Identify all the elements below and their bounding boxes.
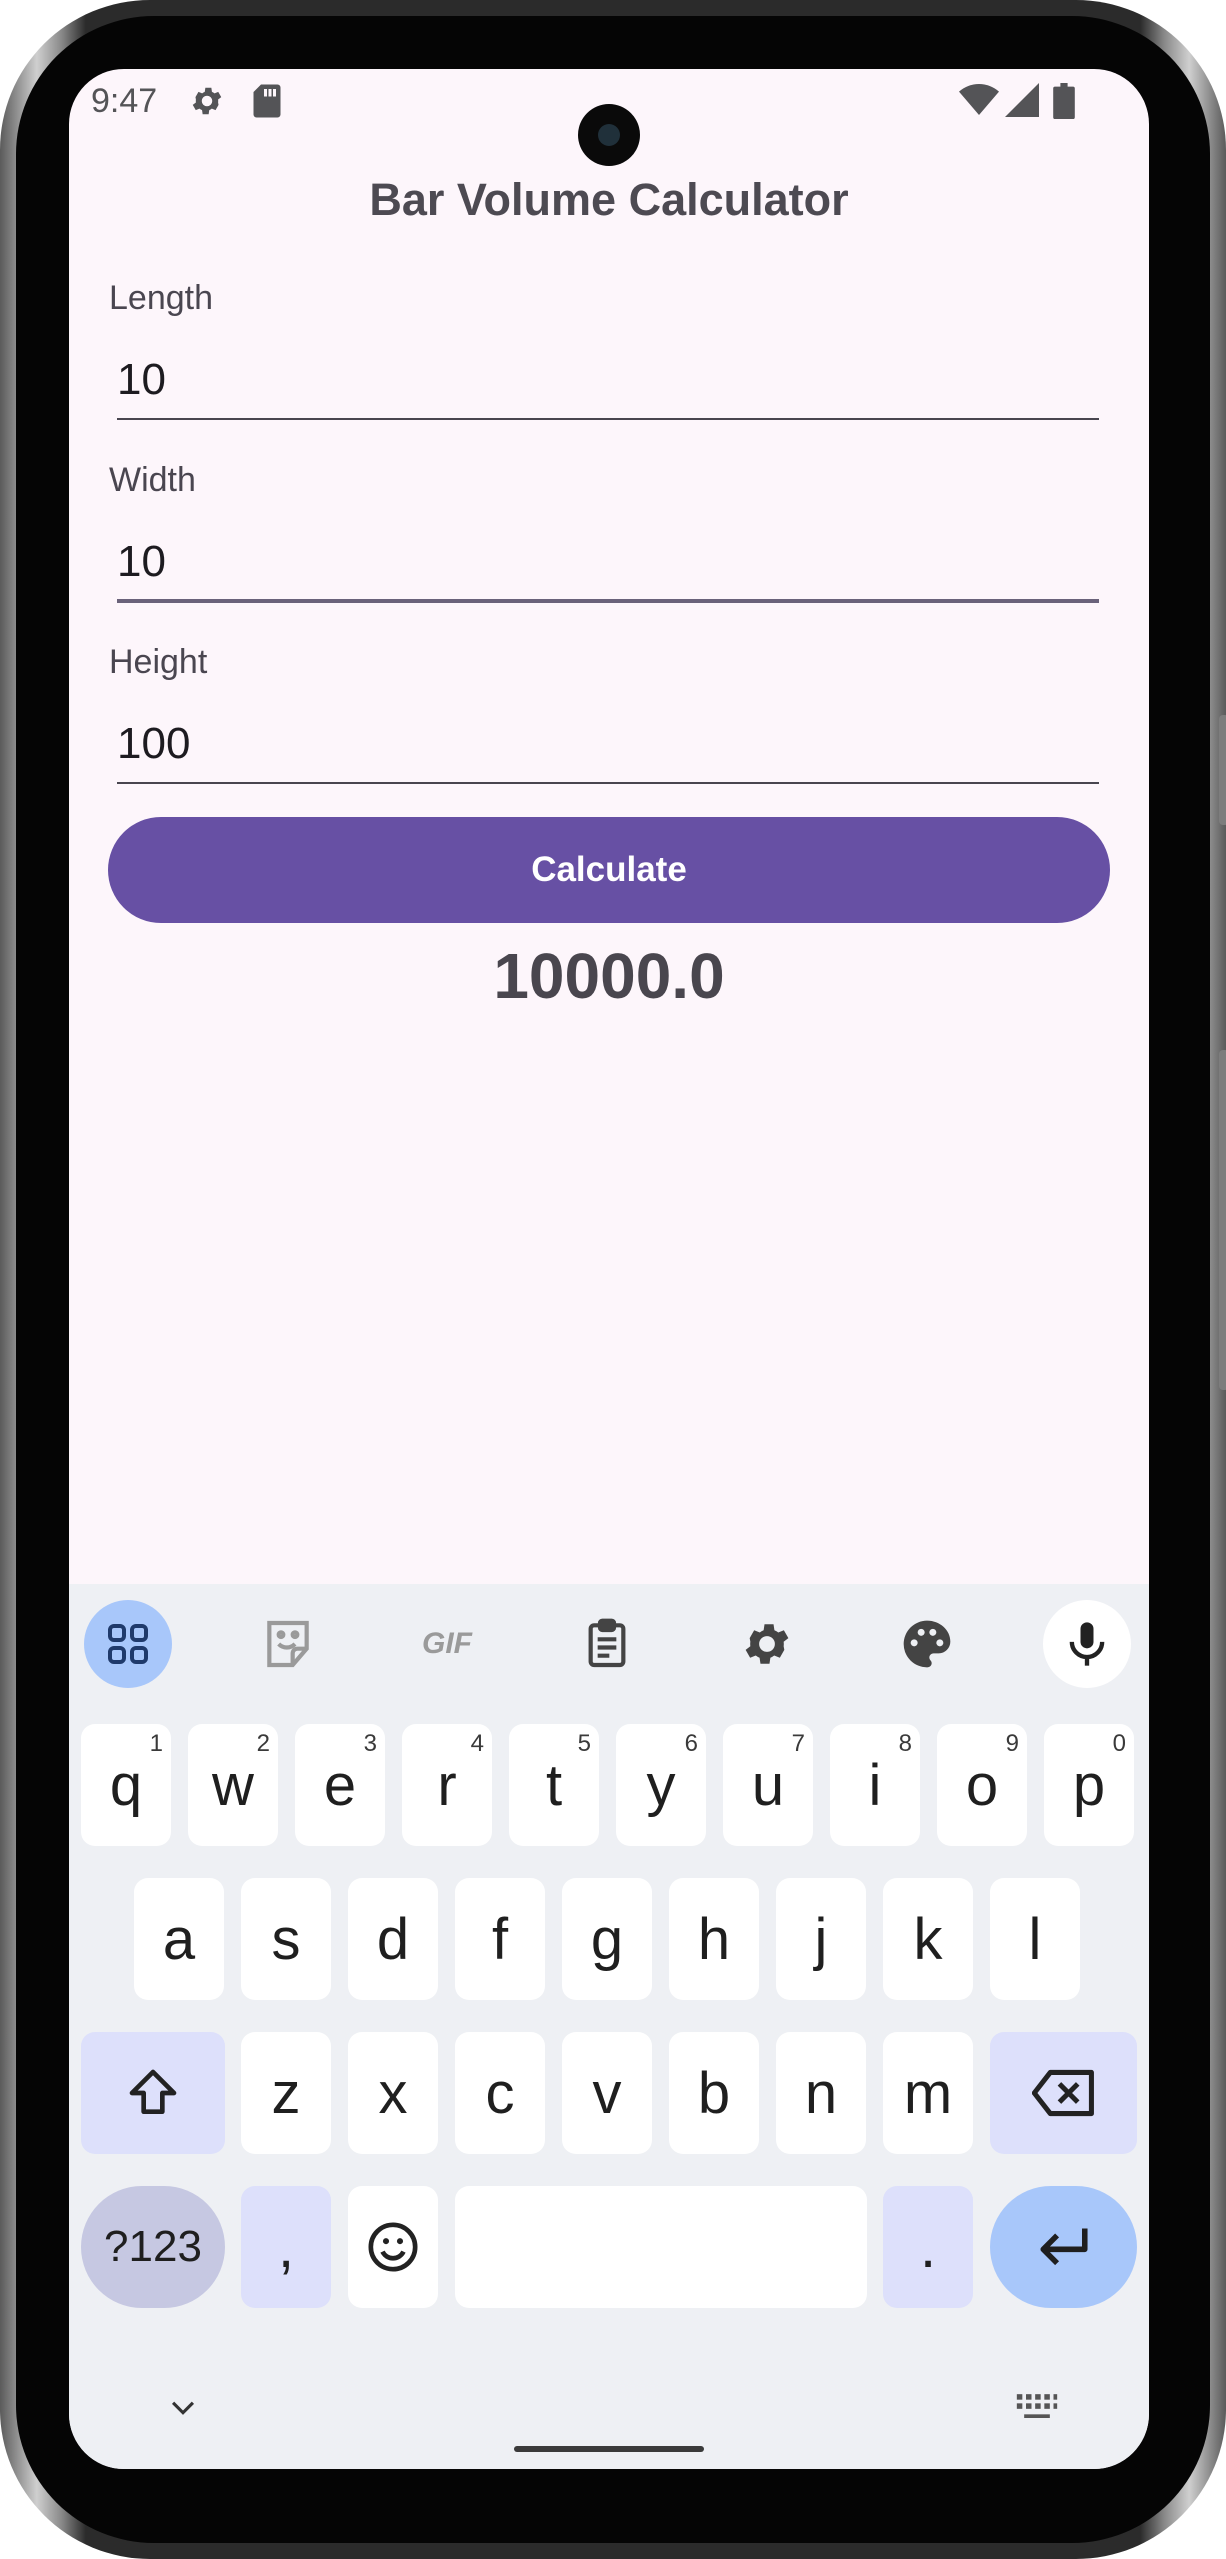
- length-underline: [117, 418, 1099, 420]
- front-camera: [578, 104, 640, 166]
- symbols-key[interactable]: ?123: [81, 2186, 225, 2308]
- keyboard: [69, 1584, 1149, 2469]
- keyboard-switch-icon[interactable]: [1013, 2383, 1061, 2431]
- key-label: p: [1072, 1752, 1106, 1818]
- width-field[interactable]: 10: [117, 537, 166, 587]
- screen: 9:47 Bar Volume Calculator Length 10 Wid…: [69, 69, 1149, 2469]
- sticker-icon[interactable]: [244, 1600, 332, 1688]
- gesture-nav-handle[interactable]: [514, 2446, 704, 2452]
- backspace-icon: [1031, 2069, 1094, 2117]
- key-x[interactable]: x: [348, 2032, 438, 2154]
- settings-icon: [189, 83, 225, 128]
- key-hint: 8: [898, 1730, 912, 1757]
- key-hint: 9: [1005, 1730, 1019, 1757]
- key-hint: 1: [149, 1730, 163, 1757]
- key-label: i: [868, 1752, 882, 1818]
- height-label: Height: [109, 643, 208, 681]
- gear-icon[interactable]: [723, 1600, 811, 1688]
- length-field[interactable]: 10: [117, 355, 166, 405]
- height-underline: [117, 782, 1099, 784]
- key-t[interactable]: t5: [509, 1724, 599, 1846]
- key-z[interactable]: z: [241, 2032, 331, 2154]
- key-f[interactable]: f: [455, 1878, 545, 2000]
- key-k[interactable]: k: [883, 1878, 973, 2000]
- key-w[interactable]: w2: [188, 1724, 278, 1846]
- period-key[interactable]: .: [883, 2186, 973, 2308]
- emoji-icon: [368, 2222, 418, 2272]
- key-hint: 5: [577, 1730, 591, 1757]
- comma-key[interactable]: ,: [241, 2186, 331, 2308]
- key-label: o: [965, 1752, 999, 1818]
- gif-icon[interactable]: GIF: [403, 1600, 491, 1688]
- key-hint: 3: [363, 1730, 377, 1757]
- key-label: y: [646, 1752, 676, 1818]
- status-time: 9:47: [91, 82, 158, 120]
- key-q[interactable]: q1: [81, 1724, 171, 1846]
- sd-card-icon: [251, 83, 283, 128]
- key-l[interactable]: l: [990, 1878, 1080, 2000]
- apps-grid-icon[interactable]: [84, 1600, 172, 1688]
- key-a[interactable]: a: [134, 1878, 224, 2000]
- key-o[interactable]: o9: [937, 1724, 1027, 1846]
- key-hint: 7: [791, 1730, 805, 1757]
- width-underline: [117, 599, 1099, 603]
- key-label: u: [751, 1752, 785, 1818]
- key-d[interactable]: d: [348, 1878, 438, 2000]
- key-c[interactable]: c: [455, 2032, 545, 2154]
- key-u[interactable]: u7: [723, 1724, 813, 1846]
- key-i[interactable]: i8: [830, 1724, 920, 1846]
- palette-icon[interactable]: [883, 1600, 971, 1688]
- height-field[interactable]: 100: [117, 719, 190, 769]
- calculate-button[interactable]: Calculate: [108, 817, 1110, 923]
- mic-icon[interactable]: [1043, 1600, 1131, 1688]
- result-value: 10000.0: [493, 940, 725, 1012]
- hide-keyboard-icon[interactable]: [159, 2383, 207, 2431]
- key-hint: 6: [684, 1730, 698, 1757]
- clipboard-icon[interactable]: [563, 1600, 651, 1688]
- key-hint: 4: [470, 1730, 484, 1757]
- volume-button: [1219, 715, 1226, 825]
- enter-icon: [1039, 2228, 1088, 2266]
- key-p[interactable]: p0: [1044, 1724, 1134, 1846]
- key-e[interactable]: e3: [295, 1724, 385, 1846]
- key-r[interactable]: r4: [402, 1724, 492, 1846]
- key-b[interactable]: b: [669, 2032, 759, 2154]
- width-label: Width: [109, 461, 196, 499]
- key-h[interactable]: h: [669, 1878, 759, 2000]
- space-key[interactable]: [455, 2186, 867, 2308]
- key-m[interactable]: m: [883, 2032, 973, 2154]
- key-hint: 0: [1112, 1730, 1126, 1757]
- backspace-key[interactable]: [990, 2032, 1137, 2154]
- length-label: Length: [109, 279, 213, 317]
- battery-icon: [1053, 83, 1075, 128]
- signal-icon: [1005, 83, 1039, 126]
- key-hint: 2: [256, 1730, 270, 1757]
- shift-key[interactable]: [81, 2032, 225, 2154]
- key-s[interactable]: s: [241, 1878, 331, 2000]
- key-label: q: [109, 1752, 143, 1818]
- key-g[interactable]: g: [562, 1878, 652, 2000]
- key-n[interactable]: n: [776, 2032, 866, 2154]
- shift-icon: [129, 2069, 177, 2114]
- key-label: r: [437, 1752, 457, 1818]
- emoji-key[interactable]: [348, 2186, 438, 2308]
- key-y[interactable]: y6: [616, 1724, 706, 1846]
- enter-key[interactable]: [990, 2186, 1137, 2308]
- power-button: [1219, 1050, 1226, 1390]
- key-label: w: [212, 1752, 254, 1818]
- page-title: Bar Volume Calculator: [369, 174, 849, 225]
- wifi-icon: [959, 83, 999, 126]
- key-j[interactable]: j: [776, 1878, 866, 2000]
- key-label: t: [545, 1752, 563, 1818]
- key-label: e: [323, 1752, 357, 1818]
- key-v[interactable]: v: [562, 2032, 652, 2154]
